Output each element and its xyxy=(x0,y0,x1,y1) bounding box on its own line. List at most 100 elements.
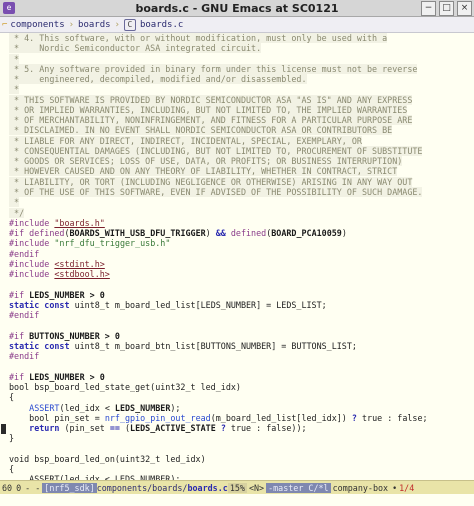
breadcrumb-item-components[interactable]: components xyxy=(10,20,64,30)
code-token: #if xyxy=(9,289,30,300)
code-token: BUTTONS_NUMBER > 0 xyxy=(29,330,120,341)
code-token: uint8_t m_board_btn_list[BUTTONS_NUMBER]… xyxy=(74,340,357,351)
breadcrumb-header-line: ⌐ components › boards › C boards.c xyxy=(0,17,474,33)
code-token: ) xyxy=(205,228,216,239)
code-token: * 5. Any software provided in binary for… xyxy=(9,63,418,74)
echo-area[interactable] xyxy=(0,494,474,506)
modeline-percent: 15% xyxy=(227,482,247,493)
breadcrumb-separator-icon: › xyxy=(68,19,75,30)
code-line[interactable]: * OR IMPLIED WARRANTIES, INCLUDING, BUT … xyxy=(9,104,474,115)
code-line[interactable] xyxy=(9,444,474,454)
code-line[interactable] xyxy=(9,362,474,372)
code-token: #endif xyxy=(9,310,40,321)
code-line[interactable]: * THIS SOFTWARE IS PROVIDED BY NORDIC SE… xyxy=(9,94,474,105)
code-token: * HOWEVER CAUSED AND ON ANY THEORY OF LI… xyxy=(9,166,398,177)
code-line[interactable]: * OF MERCHANTABILITY, NONINFRINGEMENT, A… xyxy=(9,115,474,126)
code-line[interactable]: * OF THE USE OF THIS SOFTWARE, EVEN IF A… xyxy=(9,186,474,197)
code-line[interactable]: * xyxy=(9,53,474,64)
code-line[interactable]: #include <stdint.h> xyxy=(9,259,474,269)
code-line[interactable]: { xyxy=(9,392,474,402)
code-token: * OF MERCHANTABILITY, NONINFRINGEMENT, A… xyxy=(9,115,413,126)
code-token: * GOODS OR SERVICES; LOSS OF USE, DATA, … xyxy=(9,156,403,167)
code-token: * THIS SOFTWARE IS PROVIDED BY NORDIC SE… xyxy=(9,94,413,105)
code-token: nrf_gpio_pin_out_read xyxy=(104,412,211,423)
close-button[interactable]: × xyxy=(457,1,472,16)
code-line[interactable]: bool pin_set = nrf_gpio_pin_out_read(m_b… xyxy=(9,413,474,423)
modeline-project[interactable]: [nrf5_sdk] xyxy=(42,482,97,493)
code-line[interactable]: static const uint8_t m_board_btn_list[BU… xyxy=(9,341,474,351)
code-line[interactable]: */ xyxy=(9,207,474,218)
code-line[interactable]: * LIABLE FOR ANY DIRECT, INDIRECT, INCID… xyxy=(9,135,474,146)
code-token: * LIABILITY, OR TORT (INCLUDING NEGLIGEN… xyxy=(9,176,413,187)
modeline-minor-mode: company-box xyxy=(332,482,389,493)
code-line[interactable]: void bsp_board_led_on(uint32_t led_idx) xyxy=(9,454,474,464)
modeline-flags: - - xyxy=(25,482,41,493)
code-line[interactable]: * GOODS OR SERVICES; LOSS OF USE, DATA, … xyxy=(9,156,474,167)
code-token: #if xyxy=(9,228,30,239)
breadcrumb-item-boards[interactable]: boards xyxy=(78,20,111,30)
code-token: */ xyxy=(9,207,25,218)
code-line[interactable]: * 5. Any software provided in binary for… xyxy=(9,63,474,74)
code-token: static const xyxy=(9,340,75,351)
code-token: * OR IMPLIED WARRANTIES, INCLUDING, BUT … xyxy=(9,104,408,115)
code-token: #endif xyxy=(9,351,40,362)
breadcrumb-item-file[interactable]: boards.c xyxy=(140,20,183,30)
modeline-count: 1/4 xyxy=(399,482,415,493)
code-line[interactable]: #if LEDS_NUMBER > 0 xyxy=(9,290,474,300)
code-line[interactable]: bool bsp_board_led_state_get(uint32_t le… xyxy=(9,382,474,392)
code-line[interactable]: #endif xyxy=(9,351,474,361)
code-line[interactable] xyxy=(9,320,474,330)
code-line[interactable]: #endif xyxy=(9,310,474,320)
code-line[interactable] xyxy=(9,279,474,289)
code-token: * LIABLE FOR ANY DIRECT, INDIRECT, INCID… xyxy=(9,135,362,146)
code-line[interactable]: #if LEDS_NUMBER > 0 xyxy=(9,372,474,382)
code-line[interactable]: #include <stdbool.h> xyxy=(9,269,474,279)
code-line[interactable]: } xyxy=(9,433,474,443)
code-line[interactable]: ASSERT(led_idx < LEDS_NUMBER); xyxy=(9,403,474,413)
code-token: == xyxy=(109,423,120,434)
code-line[interactable]: #if defined(BOARDS_WITH_USB_DFU_TRIGGER)… xyxy=(9,228,474,238)
code-token: bool pin_set = xyxy=(9,412,105,423)
modeline-branch[interactable]: -master C/*l xyxy=(266,482,331,493)
code-token: static const xyxy=(9,299,75,310)
code-line[interactable]: * engineered, decompiled, modified and/o… xyxy=(9,74,474,85)
code-token: * OF THE USE OF THIS SOFTWARE, EVEN IF A… xyxy=(9,186,423,197)
code-line[interactable]: * HOWEVER CAUSED AND ON ANY THEORY OF LI… xyxy=(9,166,474,177)
code-line[interactable]: { xyxy=(9,464,474,474)
code-line[interactable]: #include "boards.h" xyxy=(9,218,474,228)
code-line[interactable]: static const uint8_t m_board_led_list[LE… xyxy=(9,300,474,310)
modeline-bullet-icon: • xyxy=(392,482,398,493)
code-token: ASSERT xyxy=(29,402,60,413)
code-token: ( xyxy=(119,423,131,434)
code-lines[interactable]: * 4. This software, with or without modi… xyxy=(9,33,474,480)
code-token: bool bsp_board_led_state_get(uint32_t le… xyxy=(9,382,241,393)
code-line[interactable]: #include "nrf_dfu_trigger_usb.h" xyxy=(9,238,474,248)
code-line[interactable]: return (pin_set == (LEDS_ACTIVE_STATE ? … xyxy=(9,423,474,433)
code-token: BOARD_PCA10059 xyxy=(271,228,342,239)
code-token: #include xyxy=(9,269,55,280)
code-line[interactable]: #endif xyxy=(9,249,474,259)
window-title: boards.c - GNU Emacs at SC0121 xyxy=(135,1,339,15)
code-token: * 4. This software, with or without modi… xyxy=(9,33,388,43)
code-token: * xyxy=(9,197,20,208)
code-line[interactable]: * xyxy=(9,84,474,95)
maximize-button[interactable]: □ xyxy=(439,1,454,16)
window-controls: − □ × xyxy=(421,1,472,16)
code-token: #endif xyxy=(9,248,40,259)
code-line[interactable]: * Nordic Semiconductor ASA integrated ci… xyxy=(9,43,474,54)
code-line[interactable]: * CONSEQUENTIAL DAMAGES (INCLUDING, BUT … xyxy=(9,145,474,156)
code-line[interactable]: * DISCLAIMED. IN NO EVENT SHALL NORDIC S… xyxy=(9,125,474,136)
code-line[interactable]: #if BUTTONS_NUMBER > 0 xyxy=(9,331,474,341)
code-line[interactable]: * xyxy=(9,197,474,208)
code-token: uint8_t m_board_led_list[LEDS_NUMBER] = … xyxy=(74,299,327,310)
code-token: * xyxy=(9,84,20,95)
minimize-button[interactable]: − xyxy=(421,1,436,16)
header-marker-icon: ⌐ xyxy=(2,19,8,30)
code-token: "boards.h" xyxy=(54,217,105,228)
editor-buffer[interactable]: * 4. This software, with or without modi… xyxy=(0,33,474,480)
code-line[interactable]: * LIABILITY, OR TORT (INCLUDING NEGLIGEN… xyxy=(9,176,474,187)
code-token: #include xyxy=(9,238,55,249)
code-line[interactable]: * 4. This software, with or without modi… xyxy=(9,33,474,43)
code-token: (m_board_led_list[led_idx]) xyxy=(210,412,352,423)
